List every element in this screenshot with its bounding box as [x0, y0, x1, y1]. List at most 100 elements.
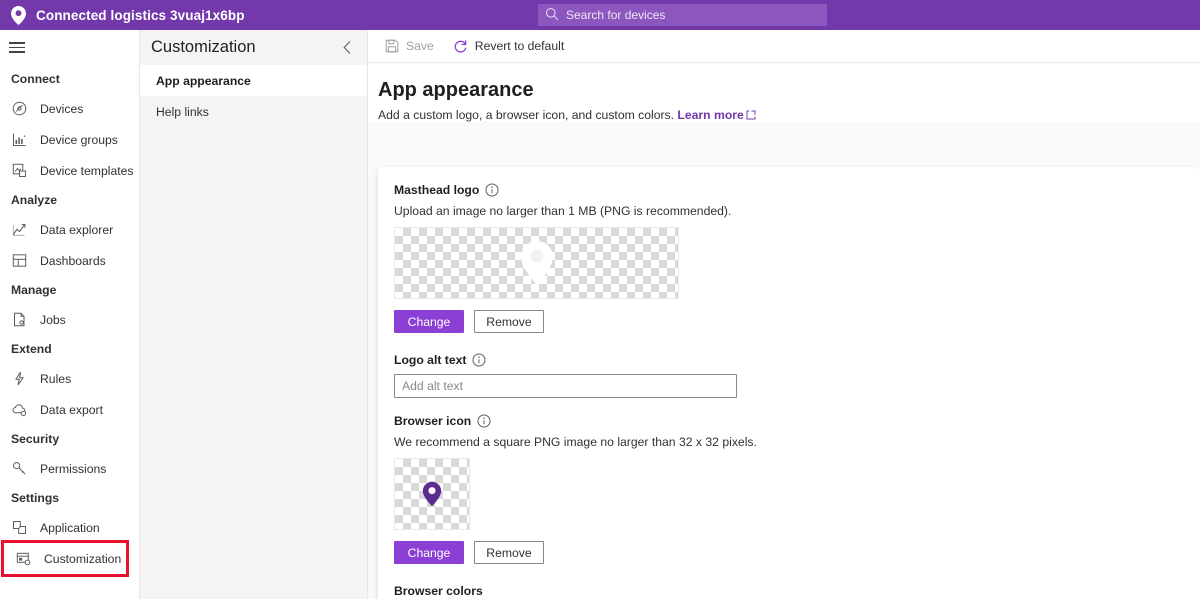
- page-header: App appearance Add a custom logo, a brow…: [368, 63, 1200, 122]
- masthead-logo-help: Upload an image no larger than 1 MB (PNG…: [394, 204, 732, 218]
- data-explorer-icon: [11, 221, 28, 238]
- sidebar-item-devices[interactable]: Devices: [0, 93, 139, 124]
- sidebar-item-rules[interactable]: Rules: [0, 363, 139, 394]
- browser-icon-label-row: Browser icon: [394, 414, 1200, 428]
- sidebar-item-customization[interactable]: Customization: [1, 540, 129, 577]
- dashboards-icon: [11, 252, 28, 269]
- sidebar-item-label: Device groups: [40, 132, 118, 147]
- main-content: Save Revert to default App appearance Ad…: [368, 30, 1200, 599]
- change-button-label: Change: [407, 545, 451, 560]
- logo-alt-text-label: Logo alt text: [394, 353, 467, 367]
- remove-button-label: Remove: [486, 314, 532, 329]
- page-subtitle-text: Add a custom logo, a browser icon, and c…: [378, 108, 675, 122]
- page-scroll-area: App appearance Add a custom logo, a brow…: [368, 63, 1200, 599]
- sidebar-item-dashboards[interactable]: Dashboards: [0, 245, 139, 276]
- nav-section-security: Security: [11, 432, 60, 446]
- subpanel-item-label: App appearance: [156, 73, 251, 88]
- page-subtitle: Add a custom logo, a browser icon, and c…: [378, 108, 1200, 122]
- subpanel-header: Customization: [140, 30, 367, 65]
- hamburger-menu-icon[interactable]: [0, 30, 140, 65]
- search-icon: [545, 7, 561, 23]
- sidebar-item-device-groups[interactable]: Device groups: [0, 124, 139, 155]
- logo-alt-text-label-row: Logo alt text: [394, 353, 1200, 367]
- sidebar-item-label: Data export: [40, 402, 104, 417]
- browser-icon-label: Browser icon: [394, 414, 472, 428]
- info-circle-icon[interactable]: [472, 353, 486, 367]
- remove-button-label: Remove: [486, 545, 532, 560]
- hamburger-bars: [9, 39, 25, 55]
- sidebar-item-label: Rules: [40, 371, 72, 386]
- browser-colors-heading: Browser colors: [394, 584, 483, 598]
- masthead-logo-buttons: Change Remove: [394, 310, 1200, 333]
- sidebar-item-label: Jobs: [40, 312, 66, 327]
- subpanel-item-label: Help links: [156, 104, 209, 119]
- chevron-left-icon[interactable]: [338, 39, 356, 57]
- sidebar-item-label: Customization: [44, 551, 122, 566]
- customization-subpanel: Customization App appearance Help links: [140, 30, 368, 599]
- sidebar-item-application[interactable]: Application: [0, 512, 139, 543]
- sidebar-item-device-templates[interactable]: Device templates: [0, 155, 139, 186]
- info-circle-icon[interactable]: [477, 414, 491, 428]
- subpanel-item-app-appearance[interactable]: App appearance: [140, 65, 367, 96]
- nav-section-connect: Connect: [11, 72, 60, 86]
- sidebar-item-label: Application: [40, 520, 100, 535]
- application-icon: [11, 519, 28, 536]
- left-navigation: Connect Devices Device groups Device tem…: [0, 30, 140, 599]
- sidebar-item-label: Device templates: [40, 163, 134, 178]
- learn-more-link[interactable]: Learn more: [677, 108, 743, 122]
- sidebar-item-label: Data explorer: [40, 222, 114, 237]
- app-title: Connected logistics 3vuaj1x6bp: [36, 7, 245, 23]
- device-groups-icon: [11, 131, 28, 148]
- devices-icon: [11, 100, 28, 117]
- nav-section-analyze: Analyze: [11, 193, 58, 207]
- sidebar-item-label: Devices: [40, 101, 84, 116]
- external-link-icon: [746, 108, 756, 122]
- browser-icon-change-button[interactable]: Change: [394, 541, 464, 564]
- page-title: App appearance: [378, 79, 534, 101]
- refresh-icon: [452, 38, 469, 55]
- command-bar: Save Revert to default: [368, 30, 1200, 63]
- info-circle-icon[interactable]: [485, 183, 499, 197]
- logo-alt-text-input[interactable]: [394, 374, 737, 398]
- save-disk-icon: [383, 38, 400, 55]
- masthead-logo-label-row: Masthead logo: [394, 183, 1200, 197]
- app-appearance-card: Masthead logo Upload an image no larger …: [378, 167, 1200, 599]
- sidebar-item-data-explorer[interactable]: Data explorer: [0, 214, 139, 245]
- map-pin-icon-white: [520, 241, 553, 285]
- browser-icon-buttons: Change Remove: [394, 541, 1200, 564]
- revert-button-label: Revert to default: [474, 39, 565, 53]
- app-masthead: Connected logistics 3vuaj1x6bp Search fo…: [0, 0, 1200, 30]
- search-input[interactable]: Search for devices: [538, 4, 827, 26]
- search-placeholder: Search for devices: [566, 8, 666, 22]
- sidebar-item-permissions[interactable]: Permissions: [0, 453, 139, 484]
- sidebar-item-jobs[interactable]: Jobs: [0, 304, 139, 335]
- jobs-icon: [11, 311, 28, 328]
- masthead-logo-remove-button[interactable]: Remove: [474, 310, 544, 333]
- customization-icon: [15, 550, 32, 567]
- save-button-label: Save: [406, 39, 434, 53]
- browser-icon-remove-button[interactable]: Remove: [474, 541, 544, 564]
- data-export-icon: [11, 401, 28, 418]
- masthead-logo-change-button[interactable]: Change: [394, 310, 464, 333]
- save-button[interactable]: Save: [381, 30, 444, 63]
- sidebar-item-label: Permissions: [40, 461, 107, 476]
- browser-icon-preview[interactable]: [394, 458, 470, 530]
- masthead-logo-preview[interactable]: [394, 227, 679, 299]
- nav-section-extend: Extend: [11, 342, 52, 356]
- subpanel-title: Customization: [151, 38, 256, 56]
- nav-section-settings: Settings: [11, 491, 60, 505]
- revert-to-default-button[interactable]: Revert to default: [450, 30, 574, 63]
- rules-icon: [11, 370, 28, 387]
- subpanel-item-help-links[interactable]: Help links: [140, 96, 367, 127]
- map-pin-icon-purple: [422, 481, 442, 507]
- sidebar-item-label: Dashboards: [40, 253, 106, 268]
- nav-section-manage: Manage: [11, 283, 57, 297]
- map-pin-icon: [0, 0, 36, 30]
- permissions-key-icon: [11, 460, 28, 477]
- device-templates-icon: [11, 162, 28, 179]
- browser-icon-help: We recommend a square PNG image no large…: [394, 435, 757, 449]
- masthead-logo-label: Masthead logo: [394, 183, 480, 197]
- learn-more-label: Learn more: [677, 108, 744, 122]
- change-button-label: Change: [407, 314, 451, 329]
- sidebar-item-data-export[interactable]: Data export: [0, 394, 139, 425]
